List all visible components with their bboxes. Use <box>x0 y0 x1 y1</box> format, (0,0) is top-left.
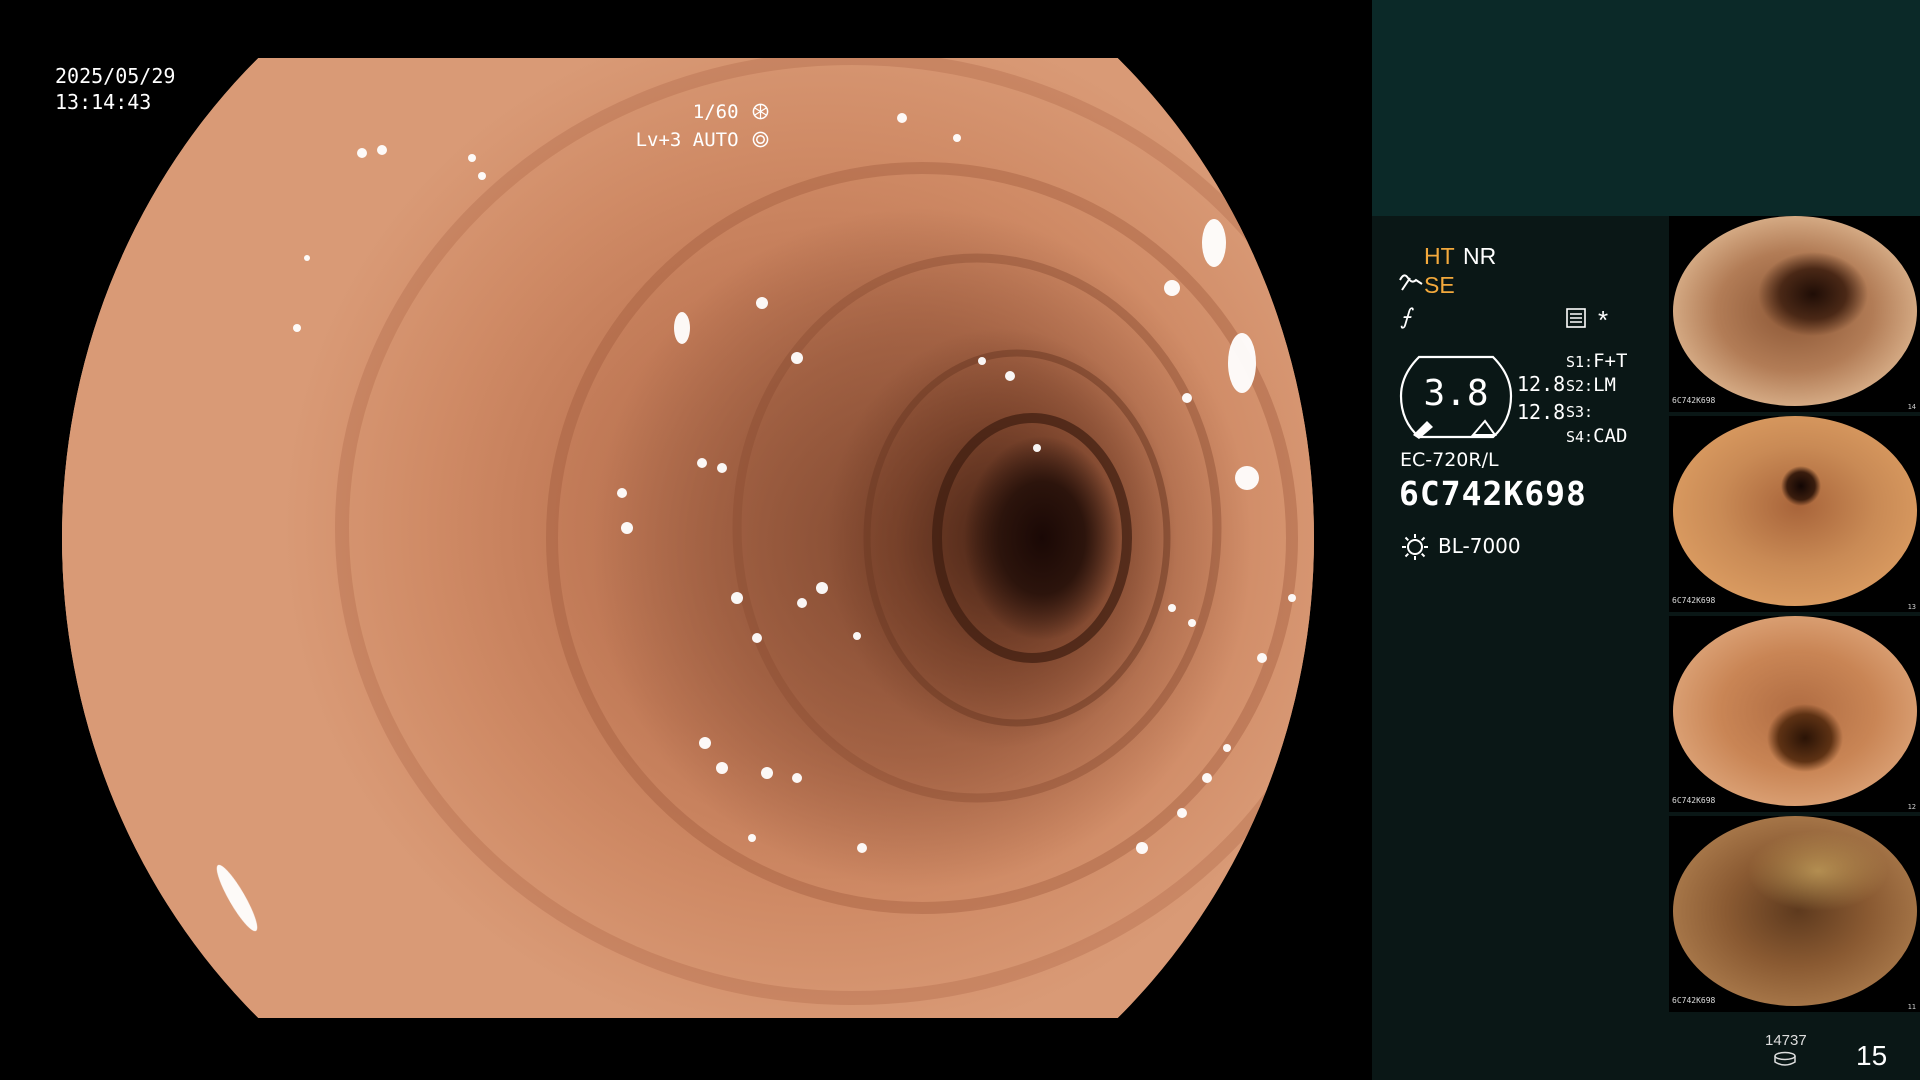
mode-ht-indicator: HT <box>1424 243 1455 269</box>
switch-s1-value: F+T <box>1593 350 1628 372</box>
thumbnail-1-image <box>1673 216 1917 406</box>
storage-count: 14737 <box>1765 1032 1807 1049</box>
endoscopy-monitor-screen: 2025/05/29 13:14:43 1/60 Lv+3 AUTO HT NR… <box>0 0 1920 1080</box>
structure-enhance-icon <box>1399 274 1423 291</box>
thumbnail-1-caption: 6C742K698 <box>1672 396 1716 405</box>
thumbnail-3[interactable]: 6C742K698 12 <box>1669 616 1920 812</box>
shutter-speed-value: 1/60 <box>692 101 739 123</box>
scope-serial-number: 6C742K698 <box>1399 474 1587 513</box>
thumbnail-1[interactable]: 6C742K698 14 <box>1669 216 1920 412</box>
switch-s4-key: S4: <box>1566 428 1594 446</box>
asterisk-indicator: * <box>1598 305 1609 335</box>
switch-s2-key: S2: <box>1566 377 1594 395</box>
thumbnail-3-index: 12 <box>1907 803 1916 811</box>
thumbnail-3-image <box>1673 616 1917 806</box>
brightness-level: Lv+3 AUTO <box>636 126 769 155</box>
thumbnail-2-caption: 6C742K698 <box>1672 596 1716 605</box>
brightness-level-value: Lv+3 AUTO <box>635 129 739 151</box>
thumbnail-3-caption: 6C742K698 <box>1672 796 1716 805</box>
iris-icon <box>752 103 769 120</box>
mode-se-indicator: SE <box>1424 272 1455 298</box>
switch-s3: S3: <box>1566 400 1593 422</box>
thumbnail-4[interactable]: 6C742K698 11 <box>1669 816 1920 1012</box>
light-source-model: BL-7000 <box>1438 534 1521 558</box>
captured-image-count: 15 <box>1856 1040 1888 1071</box>
thumbnail-4-index: 11 <box>1907 1003 1916 1011</box>
thumbnail-4-image <box>1673 816 1917 1006</box>
main-endoscope-view: 2025/05/29 13:14:43 1/60 Lv+3 AUTO <box>0 0 1372 1080</box>
thumbnail-2[interactable]: 6C742K698 13 <box>1669 416 1920 612</box>
thumbnail-2-image <box>1673 416 1917 606</box>
scope-model: EC-720R/L <box>1400 449 1499 471</box>
switch-s4: S4:CAD <box>1566 425 1627 447</box>
captured-image-thumbnails: 6C742K698 14 6C742K698 13 6C742K698 12 6… <box>1669 216 1920 1016</box>
settings-list-icon <box>1566 308 1586 328</box>
mode-nr-indicator: NR <box>1463 243 1497 269</box>
switch-s4-value: CAD <box>1593 425 1628 447</box>
thumbnail-2-index: 13 <box>1907 603 1916 611</box>
mucosal-folds-overlay <box>216 58 1314 1005</box>
switch-s1: S1:F+T <box>1566 350 1627 372</box>
switch-s3-key: S3: <box>1566 403 1594 421</box>
function-f-icon: ⨍ <box>1400 304 1412 329</box>
shutter-speed: 1/60 <box>693 98 769 127</box>
zoom-gauge-value: 3.8 <box>1423 373 1489 414</box>
switch-s2: S2:LM <box>1566 374 1616 396</box>
capture-date: 2025/05/29 <box>55 64 176 88</box>
light-source-icon <box>1402 534 1428 560</box>
auto-exposure-icon <box>752 131 769 148</box>
panel-header-area <box>1372 0 1920 216</box>
thumbnail-4-caption: 6C742K698 <box>1672 996 1716 1005</box>
switch-s2-value: LM <box>1593 374 1616 396</box>
switch-s1-key: S1: <box>1566 353 1594 371</box>
endoscopic-live-image <box>62 58 1314 1018</box>
gauge-side-value-1: 12.8 <box>1517 372 1566 396</box>
storage-disk-icon <box>1774 1051 1796 1066</box>
capture-time: 13:14:43 <box>55 90 152 114</box>
thumbnail-1-index: 14 <box>1907 403 1916 411</box>
gauge-side-value-2: 12.8 <box>1517 400 1566 424</box>
